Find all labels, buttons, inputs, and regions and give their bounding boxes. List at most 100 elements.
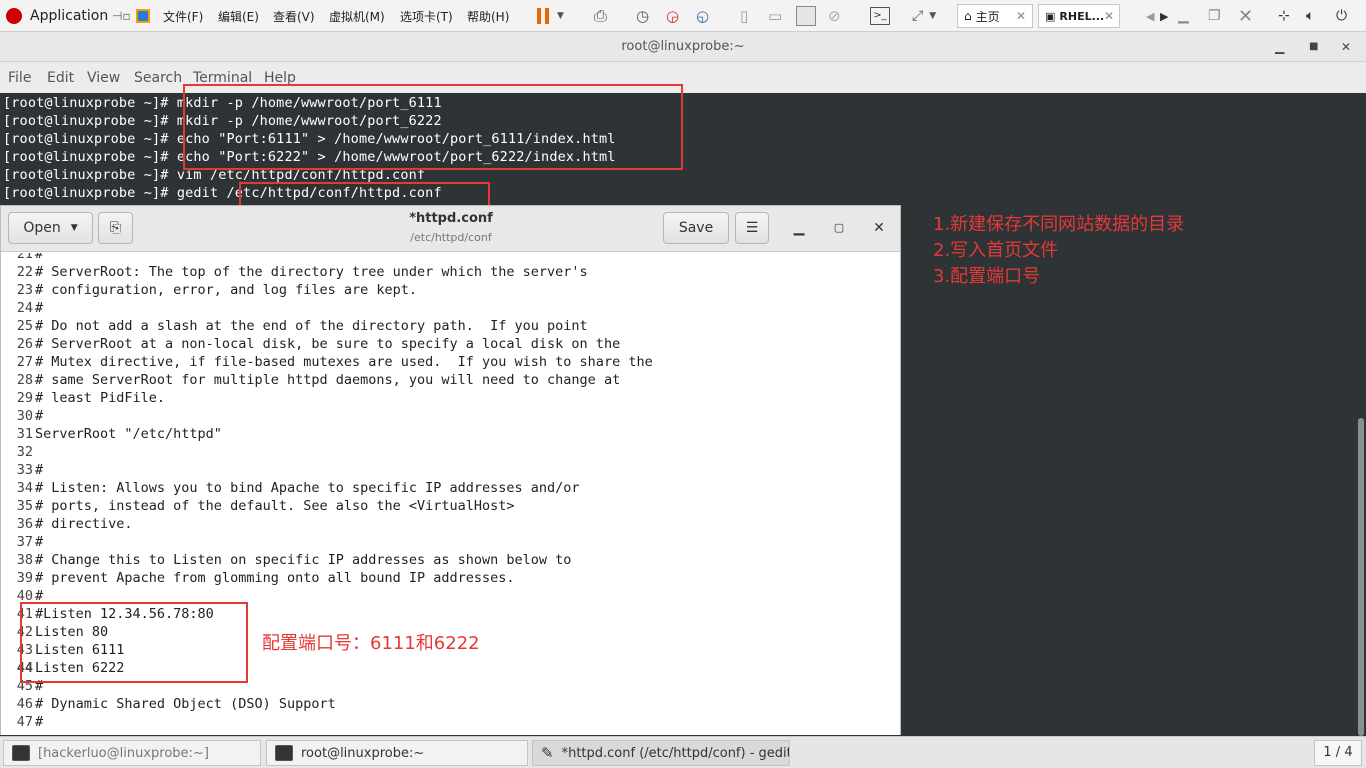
tab-scroll-right-icon[interactable]: ▶ [1160, 0, 1168, 32]
minimize-icon[interactable]: ▁ [1178, 0, 1189, 32]
editor-line: 37 # [16, 534, 44, 550]
editor-line: 25 # Do not add a slash at the end of the… [16, 318, 588, 334]
close-icon[interactable]: ✕ [1104, 9, 1114, 23]
vm-toolbar: Application ⊣▫ 文件(F) 编辑(E) 查看(V) 虚拟机(M) … [0, 0, 1366, 32]
taskbar-item-gedit[interactable]: ✎ *httpd.conf (/etc/httpd/conf) - gedit [532, 740, 790, 766]
terminal-icon [12, 745, 30, 761]
taskbar-item-hackerluo-terminal[interactable]: [hackerluo@linuxprobe:~] [3, 740, 261, 766]
hamburger-menu-button[interactable]: ☰ [735, 212, 769, 244]
home-icon: ⌂ [964, 9, 972, 23]
scrollbar-thumb[interactable] [1358, 418, 1364, 736]
taskbar-item-root-terminal[interactable]: root@linuxprobe:~ [266, 740, 528, 766]
workspace-pager[interactable]: 1 / 4 [1314, 740, 1362, 766]
taskbar: [hackerluo@linuxprobe:~] root@linuxprobe… [0, 736, 1366, 768]
vm-tab-icon: ▣ [1045, 9, 1056, 23]
editor-line: 35 # ports, instead of the default. See a… [16, 498, 515, 514]
terminal-scrollbar[interactable] [1356, 93, 1366, 736]
power-icon[interactable]: ⏻ [1336, 0, 1347, 32]
listen-highlight-box [20, 602, 248, 683]
editor-line: 38 # Change this to Listen on specific IP… [16, 552, 572, 568]
new-document-button[interactable]: ⎘ [98, 212, 133, 244]
menu-view[interactable]: 查看(V) [273, 0, 315, 32]
editor-line: 39 # prevent Apache from glomming onto al… [16, 570, 515, 586]
step-note-1: 1.新建保存不同网站数据的目录 [933, 214, 1185, 235]
thumbnail-icon[interactable]: ▭ [768, 0, 782, 32]
menu-file[interactable]: 文件(F) [163, 0, 203, 32]
editor-line: 26 # ServerRoot at a non-local disk, be s… [16, 336, 621, 352]
editor-line: 29 # least PidFile. [16, 390, 166, 406]
editor-line: 34 # Listen: Allows you to bind Apache to… [16, 480, 580, 496]
console-icon[interactable]: >_ [870, 0, 890, 32]
pin-icon[interactable]: ⊣▫ [112, 0, 131, 32]
hamburger-icon: ☰ [745, 220, 759, 236]
menu-view[interactable]: View [87, 70, 120, 86]
menu-vm[interactable]: 虚拟机(M) [329, 0, 385, 32]
editor-line: 24 # [16, 300, 44, 316]
chevron-down-icon: ▼ [70, 223, 78, 233]
step-note-2: 2.写入首页文件 [933, 240, 1059, 261]
redhat-logo-icon [6, 8, 22, 24]
maximize-icon[interactable]: ❐ [1208, 0, 1221, 32]
desktop: Application ⊣▫ 文件(F) 编辑(E) 查看(V) 虚拟机(M) … [0, 0, 1366, 768]
editor-line: 36 # directive. [16, 516, 133, 532]
step-note-3: 3.配置端口号 [933, 266, 1041, 287]
vmware-icon[interactable] [136, 0, 150, 32]
save-button-label: Save [678, 220, 714, 236]
open-button-label: Open [23, 220, 61, 236]
snapshot-icon[interactable]: ◷ [636, 0, 649, 32]
open-button[interactable]: Open ▼ [8, 212, 93, 244]
tab-rhel[interactable]: ▣ RHEL... ✕ [1038, 0, 1120, 32]
menu-search[interactable]: Search [134, 70, 182, 86]
new-tab-icon: ⎘ [109, 220, 122, 236]
document-path: /etc/httpd/conf [410, 231, 492, 244]
editor-line: 22 # ServerRoot: The top of the directory… [16, 264, 588, 280]
unity-icon[interactable]: ⊘ [828, 0, 841, 32]
menu-help[interactable]: 帮助(H) [467, 0, 509, 32]
editor-line: 47 # [16, 714, 44, 730]
editor-line: 46 # Dynamic Shared Object (DSO) Support [16, 696, 336, 712]
applications-menu[interactable]: Application [6, 0, 108, 32]
applications-label: Application [30, 8, 109, 24]
volume-icon[interactable]: 🔈︎ [1306, 0, 1314, 32]
network-icon[interactable]: ⊹ [1278, 0, 1290, 32]
close-icon[interactable]: ✕ [869, 218, 889, 238]
maximize-icon[interactable]: ▢ [829, 218, 849, 238]
tab-rhel-label: RHEL... [1059, 9, 1105, 23]
maximize-icon[interactable]: ■ [1309, 32, 1318, 62]
save-button[interactable]: Save [663, 212, 729, 244]
pause-icon[interactable]: ▼ [537, 0, 564, 32]
library-icon[interactable]: ▯ [740, 0, 748, 32]
menu-edit[interactable]: Edit [47, 70, 74, 86]
editor-line: 33 # [16, 462, 44, 478]
editor-line: 27 # Mutex directive, if file-based mutex… [16, 354, 653, 370]
gedit-headerbar: Open ▼ ⎘ *httpd.conf /etc/httpd/conf Sav… [1, 206, 900, 252]
tab-home-label: 主页 [975, 9, 1000, 24]
editor-line: 21 # [16, 253, 44, 262]
menu-tabs[interactable]: 选项卡(T) [400, 0, 453, 32]
editor-line: 28 # same ServerRoot for multiple httpd d… [16, 372, 621, 388]
editor-line: 23 # configuration, error, and log files … [16, 282, 418, 298]
snapshot-manager-icon[interactable]: ◵ [696, 0, 709, 32]
terminal-title: root@linuxprobe:~ [621, 39, 745, 54]
editor-line: 30 # [16, 408, 44, 424]
editor-line: 31 ServerRoot "/etc/httpd" [16, 426, 222, 442]
text-editor-icon: ✎ [541, 744, 554, 762]
stretch-icon[interactable]: ⤢ ▼ [912, 0, 936, 32]
fullscreen-icon[interactable] [796, 0, 816, 32]
close-icon[interactable]: ✕ [1341, 32, 1351, 62]
revert-snapshot-icon[interactable]: ◶ [666, 0, 679, 32]
commands-highlight-box [183, 84, 683, 170]
tab-scroll-left-icon[interactable]: ◀ [1146, 0, 1154, 32]
send-keys-icon[interactable]: ⎙ [594, 0, 607, 32]
menu-edit[interactable]: 编辑(E) [218, 0, 259, 32]
minimize-icon[interactable]: ▁ [1275, 32, 1284, 62]
menu-file[interactable]: File [8, 70, 31, 86]
document-title: *httpd.conf [409, 211, 493, 226]
close-icon[interactable]: ✕ [1016, 9, 1026, 23]
tab-home[interactable]: ⌂ 主页 ✕ [957, 0, 1033, 32]
close-window-icon[interactable]: ✕ [1238, 0, 1253, 32]
terminal-icon [275, 745, 293, 761]
editor-line: 32 [16, 444, 33, 460]
minimize-icon[interactable]: ▁ [789, 218, 809, 238]
terminal-titlebar: root@linuxprobe:~ ▁ ■ ✕ [0, 32, 1366, 62]
